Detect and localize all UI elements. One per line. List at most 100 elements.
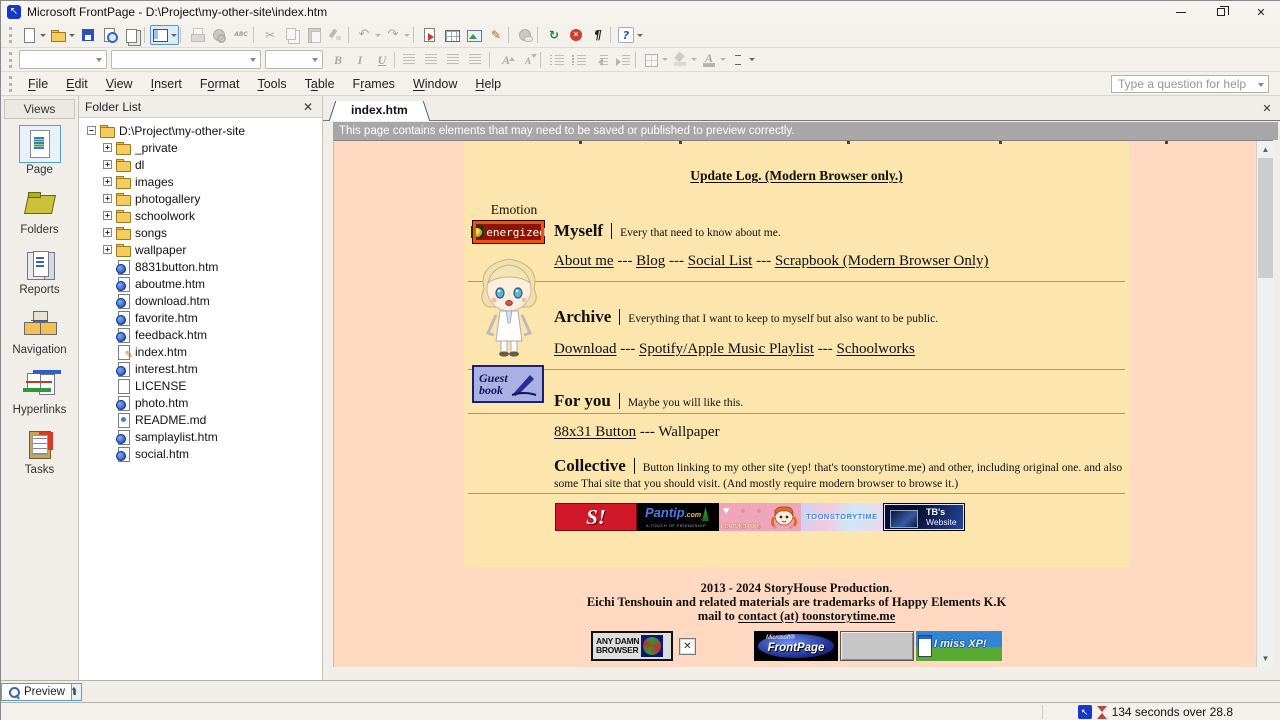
tree-expander[interactable]: +: [103, 194, 112, 203]
toolbar-grip[interactable]: [9, 52, 13, 68]
tree-expander[interactable]: [103, 415, 112, 424]
tree-expander[interactable]: +: [103, 245, 112, 254]
broken-image-icon[interactable]: ✕: [679, 638, 696, 655]
tree-expander[interactable]: [103, 296, 112, 305]
menu-item[interactable]: File: [19, 74, 57, 94]
format-painter-button[interactable]: [325, 25, 347, 45]
tree-expander[interactable]: [103, 364, 112, 373]
update-log-link[interactable]: Update Log. (Modern Browser only.): [464, 168, 1129, 184]
cut-button[interactable]: ✂: [259, 25, 281, 45]
web-component-button[interactable]: [419, 25, 441, 45]
separator[interactable]: [393, 51, 400, 69]
menubar-grip[interactable]: [9, 76, 13, 92]
i-miss-xp-badge[interactable]: I miss XP!: [916, 631, 1002, 661]
tree-item[interactable]: photo.htm: [87, 394, 322, 411]
tree-expander[interactable]: [103, 432, 112, 441]
menu-item[interactable]: Insert: [142, 74, 191, 94]
toolbar-options-button[interactable]: [728, 50, 757, 70]
vertical-scrollbar[interactable]: ▲ ▼: [1256, 141, 1273, 667]
page-link[interactable]: ---: [614, 253, 637, 269]
print-button[interactable]: [186, 25, 208, 45]
bold-button[interactable]: B: [327, 50, 349, 70]
font-color-button[interactable]: A: [699, 50, 728, 70]
restore-button[interactable]: [1201, 1, 1241, 23]
open-button[interactable]: [48, 25, 77, 45]
toggle-pane-button[interactable]: [150, 25, 179, 45]
menu-item[interactable]: Table: [296, 74, 344, 94]
font-select[interactable]: [111, 50, 261, 69]
views-item-page[interactable]: Page: [1, 125, 78, 185]
pantip-banner[interactable]: Pantip.com A TOUCH OF FRIENDSHIP: [637, 503, 719, 531]
style-select[interactable]: [19, 50, 107, 69]
page-link[interactable]: About me: [554, 253, 614, 269]
tree-expander[interactable]: +: [103, 160, 112, 169]
refresh-button[interactable]: ↻: [543, 25, 565, 45]
toolbar-grip[interactable]: [9, 27, 13, 43]
stop-button[interactable]: [565, 25, 587, 45]
separator[interactable]: [536, 26, 543, 44]
views-item-reports[interactable]: Reports: [1, 245, 78, 305]
tree-item[interactable]: + _private: [87, 139, 322, 156]
page-link[interactable]: ---: [617, 341, 640, 357]
folder-list-close-icon[interactable]: ✕: [300, 100, 316, 114]
tree-expander[interactable]: [103, 330, 112, 339]
page-link[interactable]: ---: [752, 253, 775, 269]
tree-expander[interactable]: [103, 262, 112, 271]
separator[interactable]: [609, 26, 616, 44]
tree-expander[interactable]: [103, 313, 112, 322]
mail-link[interactable]: contact (at) toonstorytime.me: [738, 609, 895, 623]
blank-badge[interactable]: [840, 631, 914, 661]
borders-button[interactable]: [641, 50, 670, 70]
views-item-hyperlinks[interactable]: Hyperlinks: [1, 365, 78, 425]
drawing-button[interactable]: ✎: [485, 25, 507, 45]
tree-expander[interactable]: [103, 381, 112, 390]
italic-button[interactable]: I: [349, 50, 371, 70]
separator[interactable]: [634, 51, 641, 69]
scrollbar-thumb[interactable]: [1258, 158, 1273, 278]
tree-item[interactable]: + schoolwork: [87, 207, 322, 224]
kontuko-pink-banner[interactable]: ♥ KONTUKO-PINK: [719, 503, 801, 531]
insert-table-button[interactable]: [441, 25, 463, 45]
new-page-button[interactable]: [19, 25, 48, 45]
paste-button[interactable]: [303, 25, 325, 45]
page-link[interactable]: ---: [814, 341, 837, 357]
tree-item[interactable]: LICENSE: [87, 377, 322, 394]
decrease-indent-button[interactable]: [590, 50, 612, 70]
underline-button[interactable]: U: [371, 50, 393, 70]
page-link[interactable]: Wallpaper: [658, 424, 719, 440]
help-search-input[interactable]: Type a question for help: [1111, 75, 1269, 93]
tree-item[interactable]: interest.htm: [87, 360, 322, 377]
tree-item[interactable]: download.htm: [87, 292, 322, 309]
help-button[interactable]: ?: [616, 25, 645, 45]
align-left-button[interactable]: [400, 50, 422, 70]
tree-expander[interactable]: −: [87, 126, 96, 135]
tree-item[interactable]: README.md: [87, 411, 322, 428]
any-damn-browser-badge[interactable]: ANY DAMNBROWSER: [591, 631, 673, 661]
page-link[interactable]: ---: [665, 253, 688, 269]
tree-item[interactable]: + dl: [87, 156, 322, 173]
show-all-button[interactable]: ¶: [587, 25, 609, 45]
separator[interactable]: [539, 51, 546, 69]
separator[interactable]: [252, 26, 259, 44]
tb-website-banner[interactable]: TB's Website: [883, 503, 965, 531]
tree-item[interactable]: 8831button.htm: [87, 258, 322, 275]
spelling-button[interactable]: ABC: [230, 25, 252, 45]
page-link[interactable]: Schoolworks: [837, 341, 915, 357]
publish-site-button[interactable]: [99, 25, 121, 45]
tree-expander[interactable]: +: [103, 143, 112, 152]
tree-expander[interactable]: [103, 449, 112, 458]
tree-item[interactable]: + wallpaper: [87, 241, 322, 258]
tree-item[interactable]: + images: [87, 173, 322, 190]
tree-expander[interactable]: [103, 398, 112, 407]
page-link[interactable]: 88x31 Button: [554, 424, 636, 440]
grow-font-button[interactable]: A: [495, 50, 517, 70]
emotion-badge[interactable]: energized: [472, 220, 545, 244]
document-tab[interactable]: index.htm: [337, 101, 422, 121]
save-button[interactable]: [77, 25, 99, 45]
page-link[interactable]: Blog: [636, 253, 665, 269]
insert-picture-button[interactable]: [463, 25, 485, 45]
copy-button[interactable]: [281, 25, 303, 45]
tree-item[interactable]: feedback.htm: [87, 326, 322, 343]
preview-pages-button[interactable]: [121, 25, 143, 45]
frontpage-badge[interactable]: Microsoft® FrontPage: [754, 631, 838, 661]
